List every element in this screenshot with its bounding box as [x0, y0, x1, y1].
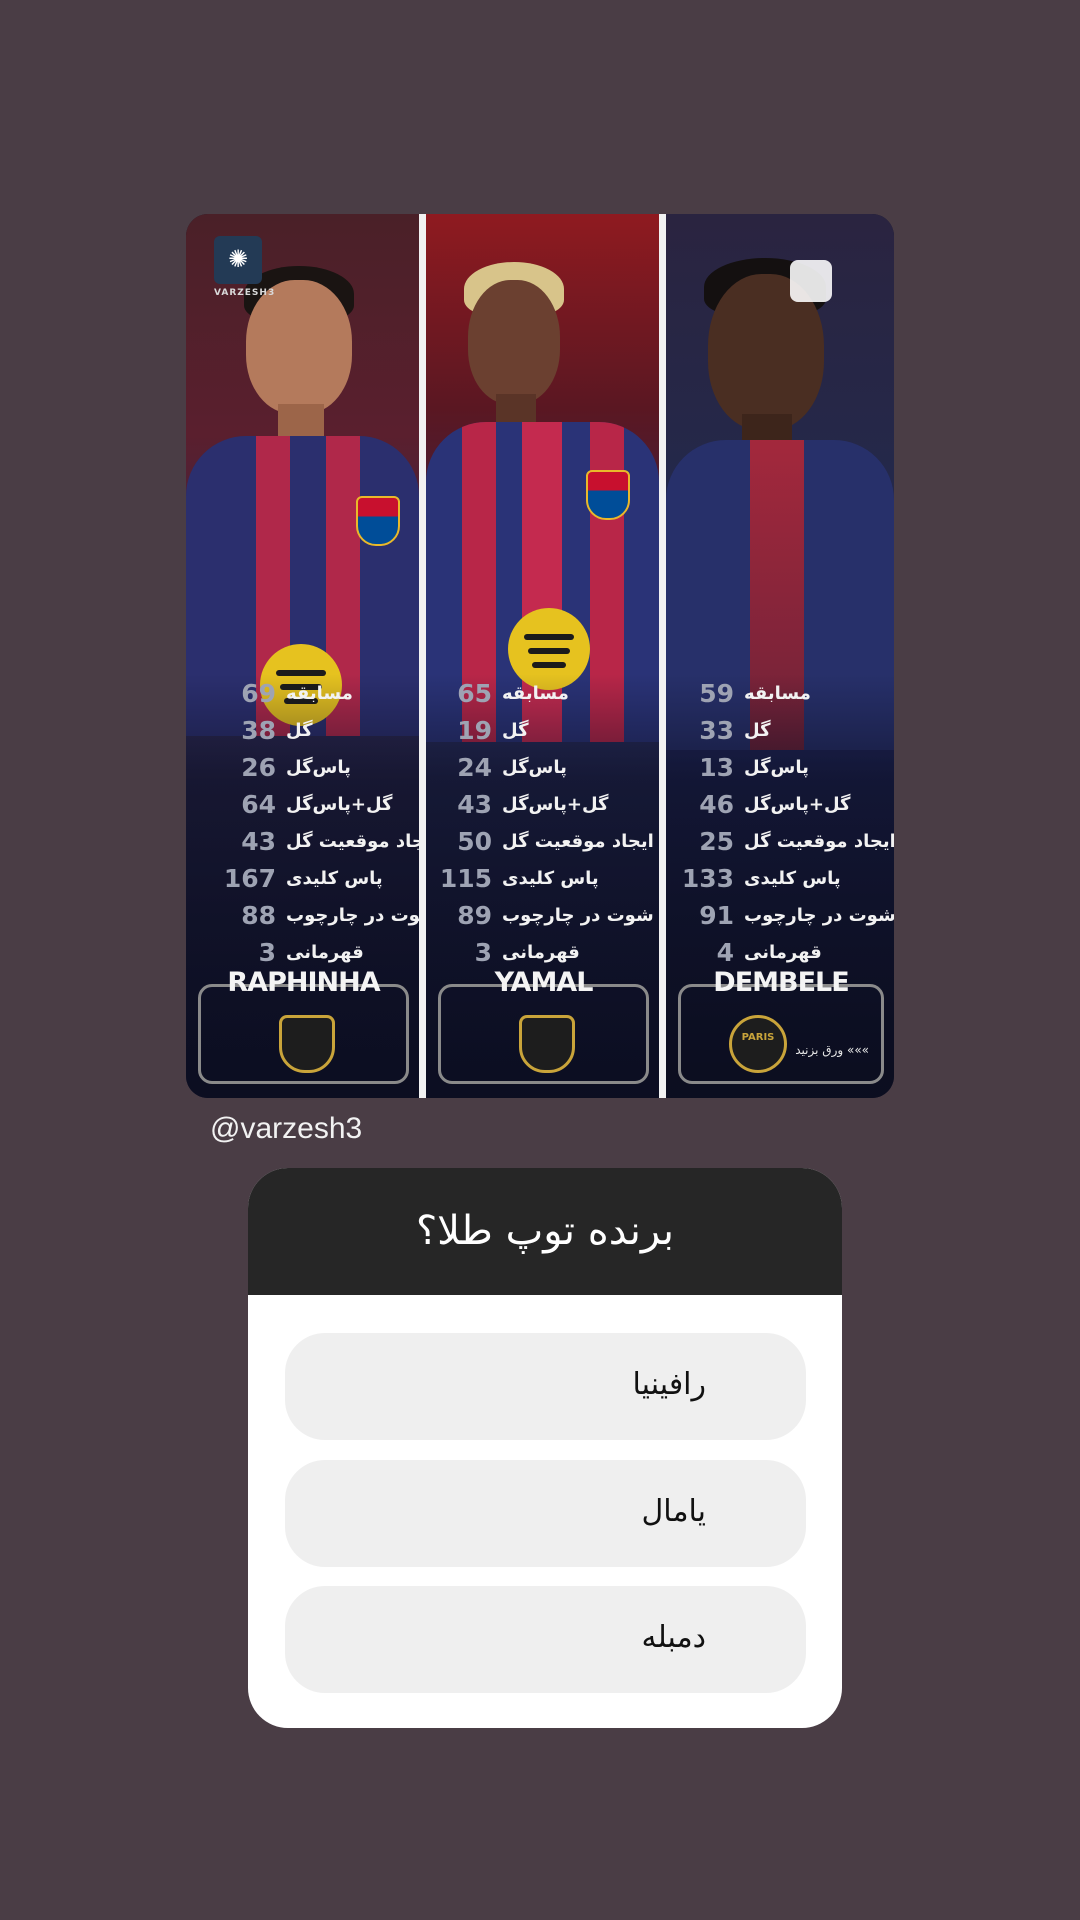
stat-value: 43	[457, 789, 492, 819]
stat-label: گل+پاس‌گل	[286, 793, 393, 815]
stat-label: ایجاد موقعیت گل	[744, 830, 894, 852]
player-name-box: RAPHINHA	[198, 967, 409, 1084]
stat-label: ایجاد موقعیت گل	[286, 830, 419, 852]
poll-option-yamal[interactable]: یامال	[285, 1460, 806, 1567]
stat-label: پاس‌گل	[502, 756, 567, 778]
stat-label: قهرمانی	[286, 941, 364, 963]
poll-option-label: دمبله	[641, 1620, 707, 1655]
stat-label: مسابقه	[744, 682, 811, 704]
poll-question: برنده توپ طلا؟	[415, 1208, 675, 1254]
barcelona-crest-icon	[278, 1015, 335, 1073]
stat-value: 133	[681, 863, 734, 893]
player-name: YAMAL	[494, 967, 594, 998]
stat-label: گل	[744, 719, 771, 741]
stat-label: گل+پاس‌گل	[502, 793, 609, 815]
stat-value: 38	[241, 715, 276, 745]
player-panel-raphinha: 69 مسابقه 38 گل 26 پاس‌گل 64 گل+پاس‌گل 43 ایج…	[186, 214, 419, 1098]
stat-value: 167	[223, 863, 276, 893]
club-crest-icon	[586, 470, 630, 520]
stat-label: پاس‌گل	[286, 756, 351, 778]
stat-value: 50	[457, 826, 492, 856]
stat-value: 65	[457, 678, 492, 708]
player-head	[246, 280, 352, 414]
stat-label: مسابقه	[502, 682, 569, 704]
stat-value: 25	[699, 826, 734, 856]
stat-label: قهرمانی	[502, 941, 580, 963]
stat-label: گل+پاس‌گل	[744, 793, 851, 815]
stat-label: پاس کلیدی	[744, 867, 841, 889]
stat-value: 33	[699, 715, 734, 745]
stat-value: 59	[699, 678, 734, 708]
panel-divider	[659, 214, 666, 1098]
mention-sticker[interactable]: @varzesh3	[210, 1112, 362, 1146]
stat-value: 13	[699, 752, 734, 782]
player-name-box: DEMBELE PARIS ورق بزنید «««	[678, 967, 884, 1084]
stat-value: 91	[699, 900, 734, 930]
stat-value: 43	[241, 826, 276, 856]
stat-value: 4	[716, 937, 734, 967]
stat-value: 115	[439, 863, 492, 893]
poll-option-label: رافینیا	[632, 1367, 706, 1402]
stat-value: 88	[241, 900, 276, 930]
stat-label: پاس کلیدی	[286, 867, 383, 889]
poll-header: برنده توپ طلا؟	[248, 1168, 842, 1295]
stat-label: پاس‌گل	[744, 756, 809, 778]
psg-crest-icon: PARIS	[729, 1015, 787, 1073]
brand-text: VARZESH3	[214, 288, 276, 298]
stat-label: ایجاد موقعیت گل	[502, 830, 654, 852]
player-panel-yamal: 65 مسابقه 19 گل 24 پاس‌گل 43 گل+پاس‌گل 50 ایج…	[426, 214, 659, 1098]
club-crest-icon	[356, 496, 400, 546]
panel-divider	[419, 214, 426, 1098]
stat-value: 3	[474, 937, 492, 967]
stat-value: 64	[241, 789, 276, 819]
poll-option-dembele[interactable]: دمبله	[285, 1586, 806, 1693]
stat-label: پاس کلیدی	[502, 867, 599, 889]
post-image-card[interactable]: 69مسابقه 38گل 26پاس‌گل 64گل+پاس‌گل 43ایج…	[186, 214, 894, 1098]
stat-value: 46	[699, 789, 734, 819]
save-square-icon	[790, 260, 832, 302]
stat-value: 69	[241, 678, 276, 708]
stat-value: 89	[457, 900, 492, 930]
player-name: RAPHINHA	[227, 967, 380, 998]
player-name-box: YAMAL	[438, 967, 649, 1084]
stat-label: شوت در چارچوب	[502, 904, 654, 926]
player-name: DEMBELE	[713, 967, 849, 998]
stat-value: 3	[258, 937, 276, 967]
poll-option-raphinha[interactable]: رافینیا	[285, 1333, 806, 1440]
barcelona-crest-icon	[518, 1015, 575, 1073]
poll-option-label: یامال	[641, 1494, 707, 1529]
swipe-hint[interactable]: ورق بزنید «««	[795, 1043, 869, 1057]
player-panel-dembele: 59 مسابقه 33 گل 13 پاس‌گل 46 گل+پاس‌گل 25 ایج…	[666, 214, 894, 1098]
stat-value: 19	[457, 715, 492, 745]
stat-label: مسابقه	[286, 682, 353, 704]
stat-label: شوت در چارچوب	[744, 904, 894, 926]
stat-value: 24	[457, 752, 492, 782]
stat-label: گل	[286, 719, 313, 741]
varzesh3-logo-icon: ✺	[214, 236, 262, 284]
stat-label: گل	[502, 719, 529, 741]
player-head	[468, 280, 560, 404]
stat-label: شوت در چارچوب	[286, 904, 419, 926]
stat-value: 26	[241, 752, 276, 782]
stat-label: قهرمانی	[744, 941, 822, 963]
poll-sticker: برنده توپ طلا؟ رافینیا یامال دمبله	[248, 1168, 842, 1728]
